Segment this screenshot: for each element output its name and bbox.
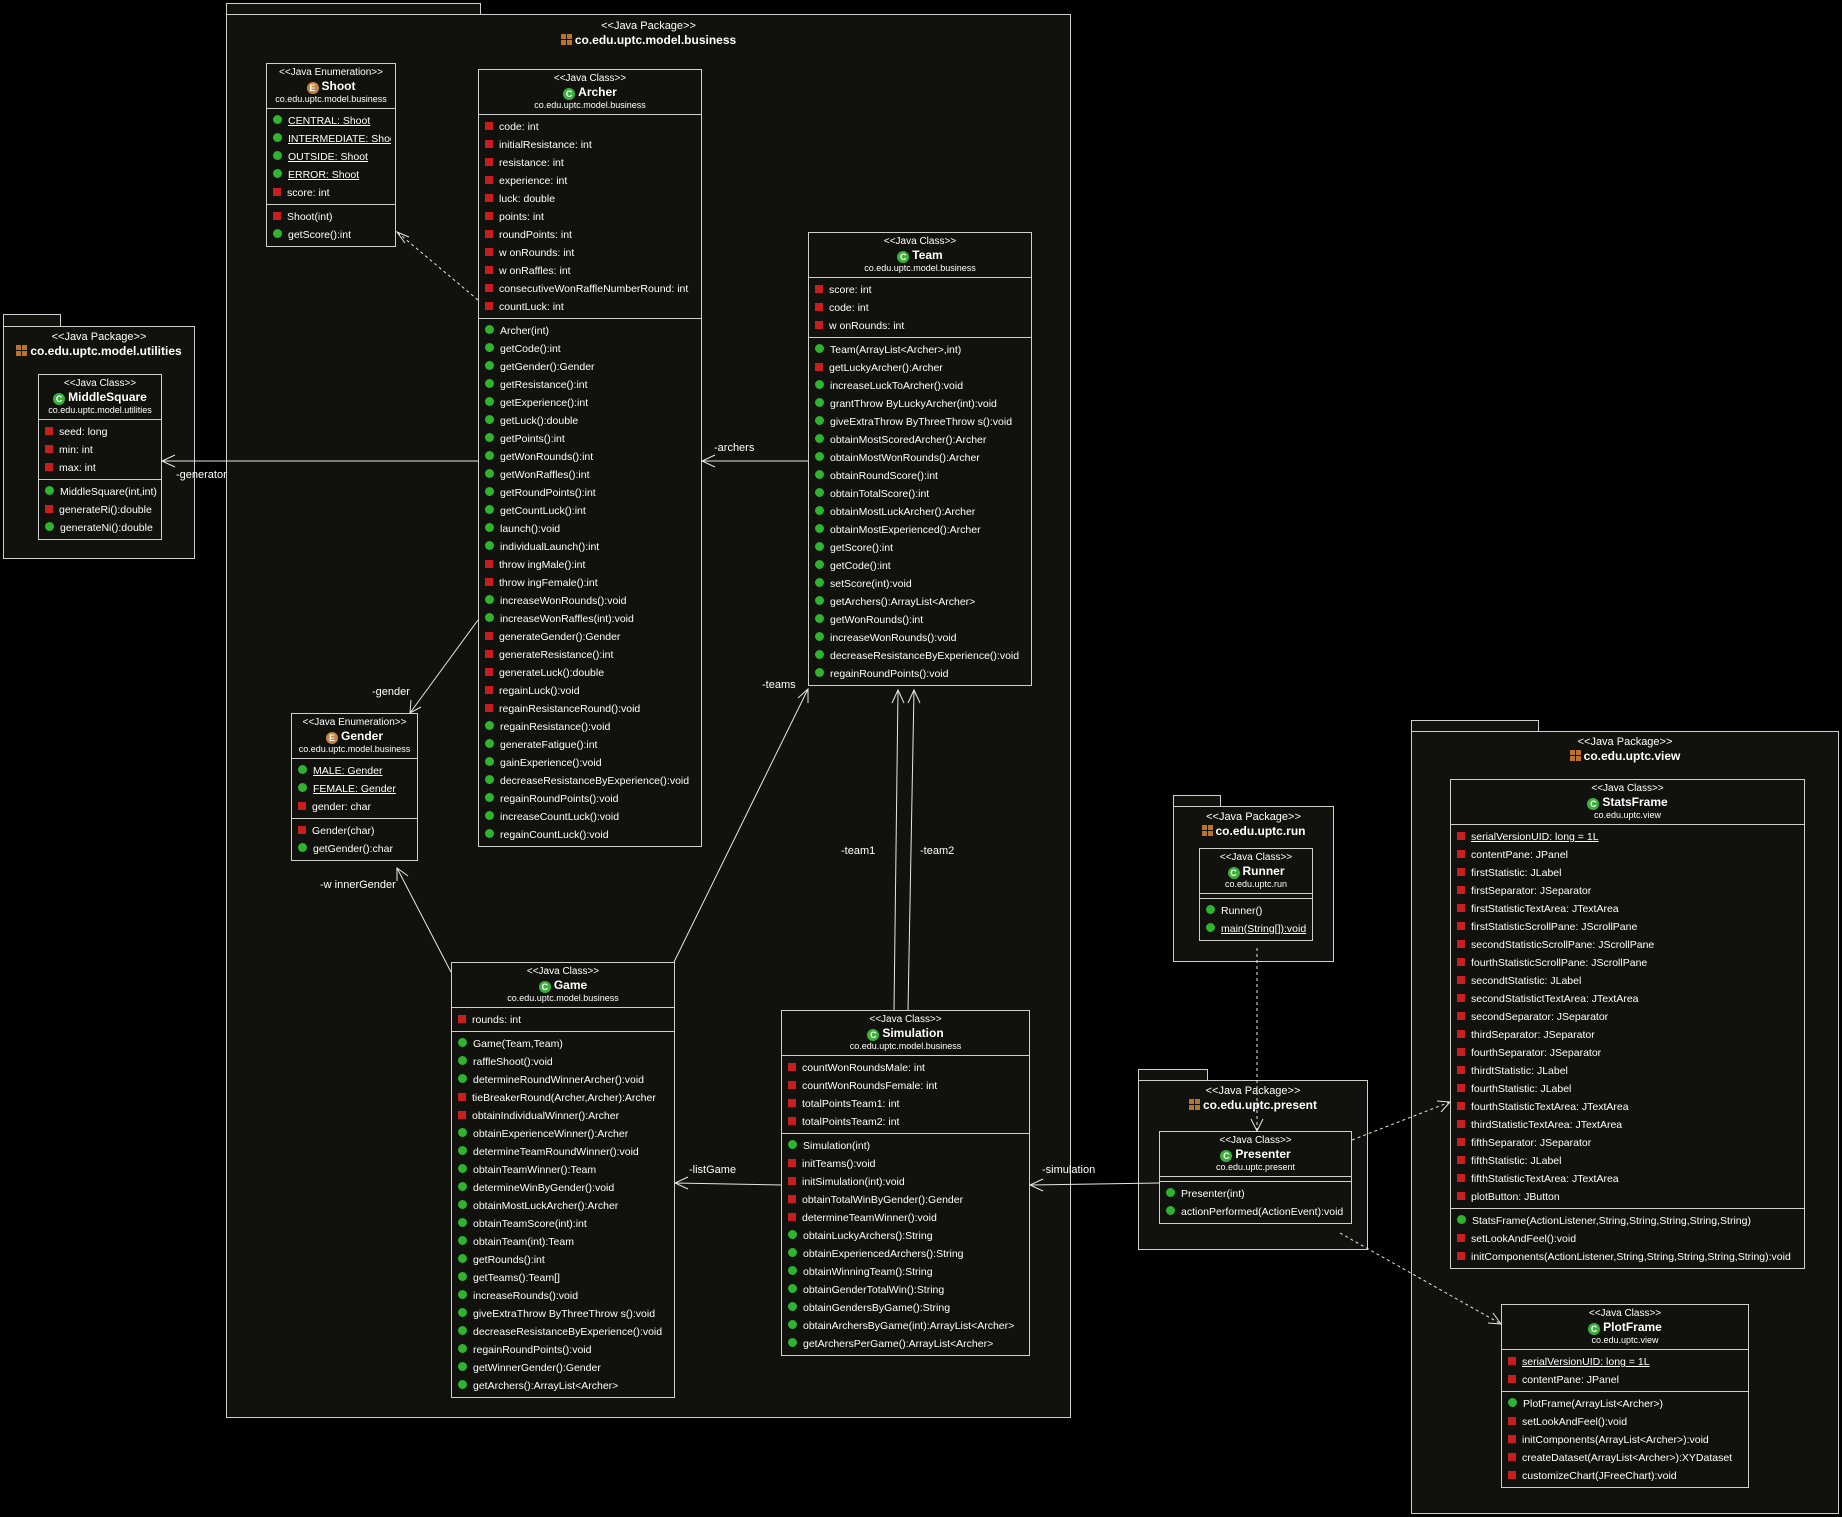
assoc-listgame (674, 1182, 782, 1186)
assoc-team1 (893, 689, 899, 1011)
relationship-edges (160, 230, 1503, 1325)
assoc-simulation (1029, 1182, 1160, 1186)
edge-label-archers: -archers (714, 442, 755, 454)
dependency-presenter-statsframe (1351, 1101, 1451, 1141)
dependency-archer-shoot (396, 231, 479, 301)
edge-label-listgame: -listGame (689, 1164, 737, 1176)
assoc-gender (409, 619, 479, 714)
edge-label-teams: -teams (762, 679, 796, 691)
edge-label-team2: -team2 (920, 845, 955, 857)
edge-label-generator: -generator (176, 469, 227, 481)
edge-label-simulation: -simulation (1042, 1164, 1096, 1176)
assoc-teams (673, 688, 809, 963)
edge-label-winnergender: -w innerGender (320, 879, 396, 891)
assoc-winnergender (396, 867, 452, 973)
dependency-presenter-plotframe (1339, 1232, 1502, 1325)
edge-label-gender: -gender (372, 686, 410, 698)
edge-label-team1: -team1 (841, 845, 876, 857)
assoc-team2 (907, 689, 915, 1011)
